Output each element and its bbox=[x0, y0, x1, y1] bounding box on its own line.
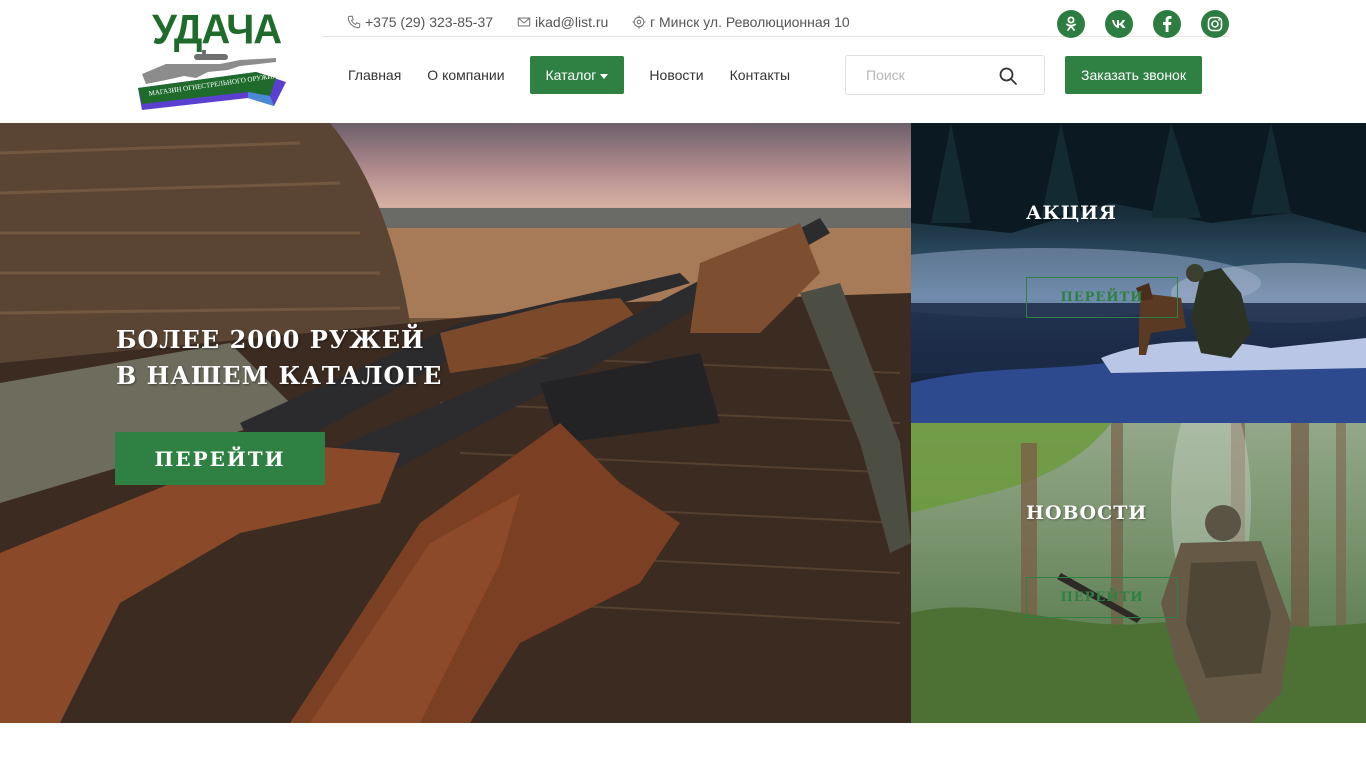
hero-title: Более 2000 ружей в нашем каталоге bbox=[116, 322, 442, 394]
hero-title-line2: в нашем каталоге bbox=[116, 361, 443, 390]
caret-down-icon bbox=[600, 73, 609, 79]
hero-go-button[interactable]: Перейти bbox=[115, 432, 325, 485]
email-contact[interactable]: ikad@list.ru bbox=[517, 14, 608, 30]
search-icon[interactable] bbox=[998, 66, 1018, 86]
promo-title: Акция bbox=[1026, 202, 1117, 224]
main-nav: Главная О компании Каталог Новости Конта… bbox=[335, 56, 803, 94]
site-header: УДАЧА МАГАЗИН ОГНЕСТРЕЛЬНОГО ОРУЖИЯ +375… bbox=[0, 0, 1366, 123]
callback-button[interactable]: Заказать звонок bbox=[1065, 56, 1202, 94]
facebook-icon[interactable] bbox=[1153, 10, 1181, 38]
phone-contact[interactable]: +375 (29) 323-85-37 bbox=[347, 14, 493, 30]
address-text: г Минск ул. Революционная 10 bbox=[650, 14, 850, 30]
hunter-in-forest-image bbox=[911, 423, 1366, 723]
nav-item-contacts[interactable]: Контакты bbox=[717, 56, 803, 94]
mail-icon bbox=[517, 17, 531, 27]
search-box bbox=[845, 55, 1045, 95]
phone-number: +375 (29) 323-85-37 bbox=[365, 14, 494, 30]
news-panel[interactable]: Новости Перейти bbox=[911, 423, 1366, 723]
location-icon bbox=[632, 15, 646, 29]
odnoklassniki-icon[interactable] bbox=[1057, 10, 1085, 38]
hero-banner: Более 2000 ружей в нашем каталоге Перейт… bbox=[0, 123, 911, 723]
nav-item-about[interactable]: О компании bbox=[414, 56, 517, 94]
search-input[interactable] bbox=[846, 56, 986, 94]
news-go-button[interactable]: Перейти bbox=[1026, 577, 1178, 618]
address-contact: г Минск ул. Революционная 10 bbox=[632, 14, 850, 30]
news-title: Новости bbox=[1026, 502, 1148, 524]
hero-shotguns-image bbox=[0, 123, 911, 723]
promo-panel[interactable]: Акция Перейти bbox=[911, 123, 1366, 423]
top-contact-bar: +375 (29) 323-85-37 ikad@list.ru г Минск… bbox=[322, 0, 1229, 38]
nav-item-catalog-label: Каталог bbox=[545, 67, 597, 83]
nav-item-news[interactable]: Новости bbox=[636, 56, 716, 94]
vk-icon[interactable] bbox=[1105, 10, 1133, 38]
email-address: ikad@list.ru bbox=[535, 14, 609, 30]
social-links bbox=[1057, 10, 1229, 38]
hunter-with-dog-image bbox=[911, 123, 1366, 423]
nav-item-catalog[interactable]: Каталог bbox=[529, 56, 625, 94]
phone-icon bbox=[347, 15, 361, 29]
hero-title-line1: Более 2000 ружей bbox=[116, 325, 425, 354]
promo-go-button[interactable]: Перейти bbox=[1026, 277, 1178, 318]
instagram-icon[interactable] bbox=[1201, 10, 1229, 38]
site-logo[interactable]: УДАЧА МАГАЗИН ОГНЕСТРЕЛЬНОГО ОРУЖИЯ bbox=[136, 7, 288, 112]
nav-item-home[interactable]: Главная bbox=[335, 56, 414, 94]
